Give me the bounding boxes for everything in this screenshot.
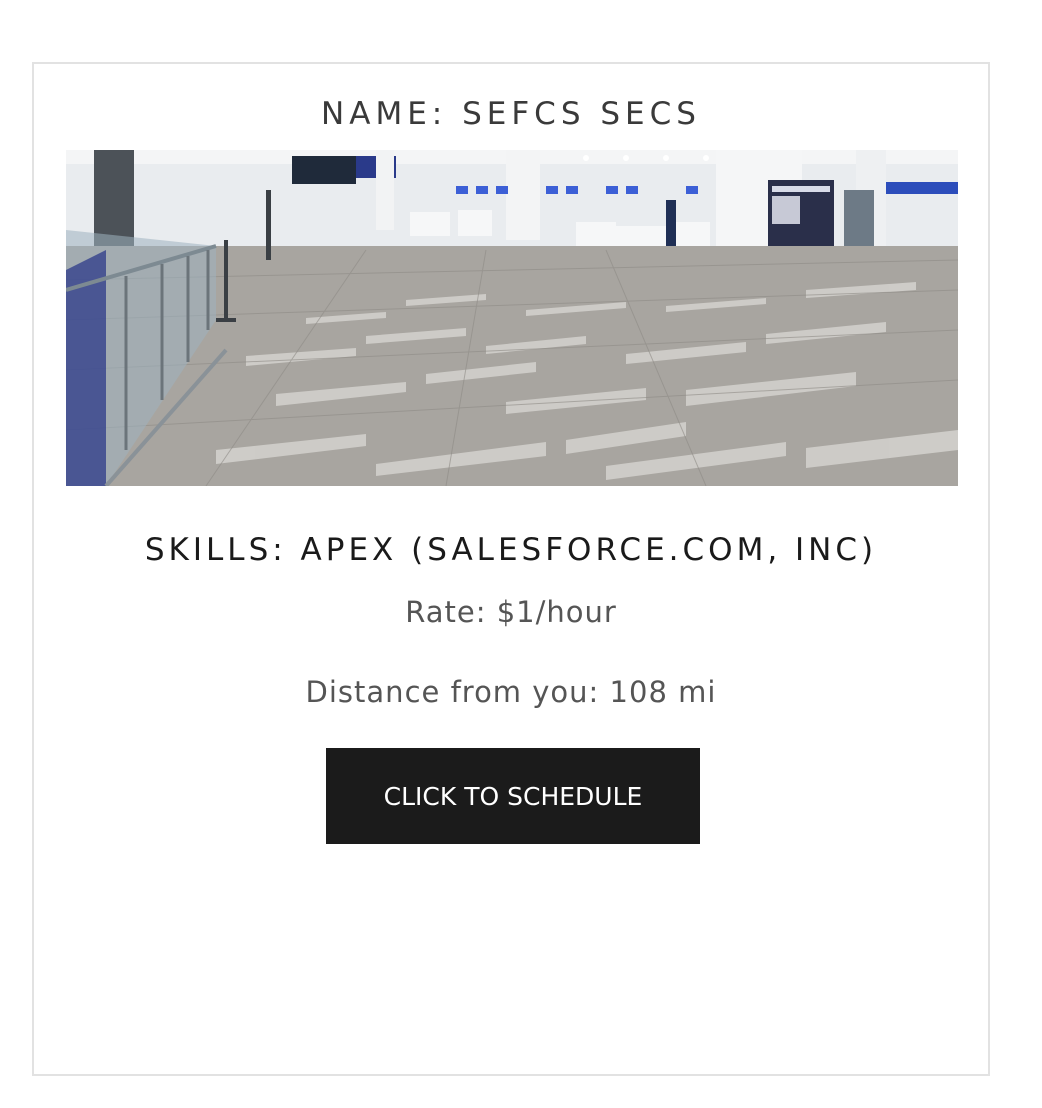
profile-skills: SKILLS: APEX (SALESFORCE.COM, INC)	[144, 532, 878, 568]
profile-rate: Rate: $1/hour	[405, 595, 617, 629]
schedule-button[interactable]: CLICK TO SCHEDULE	[326, 748, 700, 844]
profile-card: NAME: SEFCS SECS SKILLS: APEX (SALESFORC…	[32, 62, 990, 1076]
profile-photo	[66, 150, 958, 486]
profile-name: NAME: SEFCS SECS	[321, 96, 701, 132]
profile-distance: Distance from you: 108 mi	[305, 675, 717, 709]
